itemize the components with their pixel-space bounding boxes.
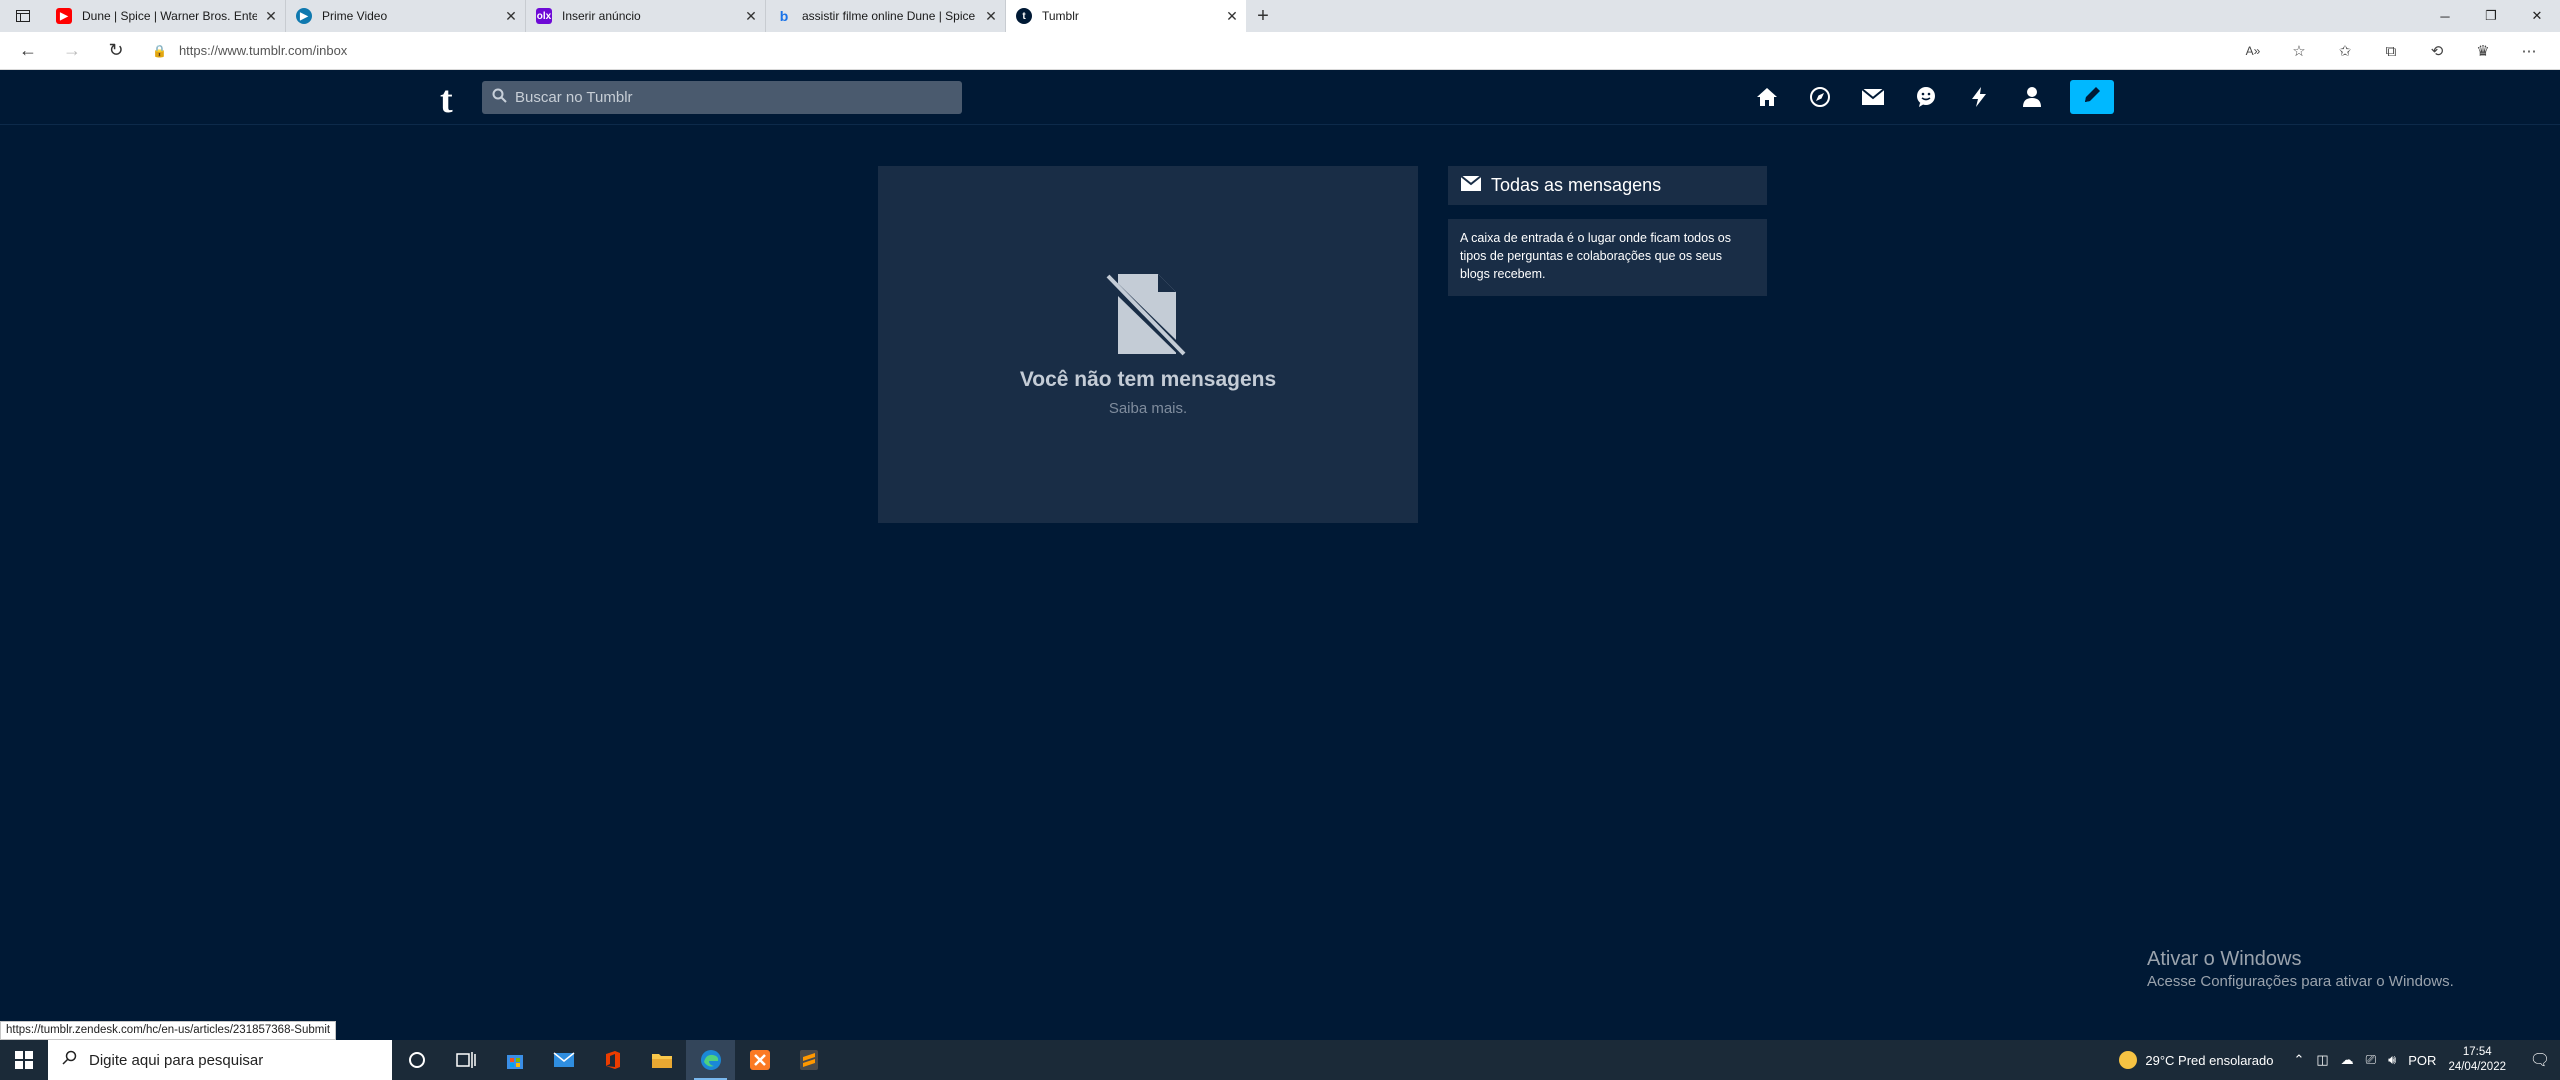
empty-inbox-title: Você não tem mensagens bbox=[1019, 368, 1277, 391]
back-button[interactable]: ← bbox=[6, 32, 50, 70]
tumblr-logo[interactable]: t bbox=[440, 78, 453, 122]
weather-text: 29°C Pred ensolarado bbox=[2145, 1052, 2274, 1068]
windows-taskbar: Digite aqui para pesquisar 29°C Pred ens… bbox=[0, 1040, 2560, 1080]
learn-more-link[interactable]: Saiba mais. bbox=[878, 400, 1418, 417]
all-messages-title: Todas as mensagens bbox=[1491, 175, 1662, 195]
account-icon[interactable] bbox=[2017, 82, 2047, 112]
inbox-icon[interactable] bbox=[1858, 82, 1888, 112]
prime-video-icon: ▶ bbox=[296, 8, 312, 24]
new-tab-button[interactable]: + bbox=[1246, 5, 1280, 28]
bing-icon: b bbox=[779, 8, 789, 24]
store-icon[interactable] bbox=[490, 1040, 539, 1080]
close-tab-icon[interactable]: ✕ bbox=[737, 8, 765, 25]
messaging-icon[interactable] bbox=[1911, 82, 1941, 112]
add-favorite-icon[interactable]: ☆ bbox=[2276, 42, 2322, 60]
read-aloud-icon[interactable]: A» bbox=[2230, 44, 2276, 58]
tab-actions-icon[interactable] bbox=[0, 0, 46, 32]
close-tab-icon[interactable]: ✕ bbox=[1218, 8, 1246, 25]
tab-title: Inserir anúncio bbox=[562, 9, 641, 23]
youtube-icon: ▶ bbox=[56, 8, 72, 24]
taskbar-search[interactable]: Digite aqui para pesquisar bbox=[48, 1040, 392, 1080]
forward-button[interactable]: → bbox=[50, 32, 94, 70]
sun-icon bbox=[2119, 1051, 2138, 1069]
inbox-description: A caixa de entrada é o lugar onde ficam … bbox=[1448, 219, 1767, 296]
tumblr-header: t bbox=[0, 70, 2560, 125]
all-messages-header[interactable]: Todas as mensagens bbox=[1448, 166, 1767, 205]
taskbar-search-placeholder: Digite aqui para pesquisar bbox=[89, 1051, 264, 1069]
more-options-icon[interactable]: ⋯ bbox=[2506, 42, 2552, 60]
search-box[interactable] bbox=[482, 81, 962, 114]
collections-icon[interactable]: ⧉ bbox=[2368, 43, 2414, 60]
tab-title: Dune | Spice | Warner Bros. Ente bbox=[82, 9, 257, 23]
browser-tab[interactable]: b assistir filme online Dune | Spice ✕ bbox=[766, 0, 1006, 32]
windows-logo-icon bbox=[15, 1051, 33, 1069]
activation-watermark-title: Ativar o Windows bbox=[2147, 948, 2302, 970]
explore-icon[interactable] bbox=[1805, 82, 1835, 112]
file-explorer-icon[interactable] bbox=[637, 1040, 686, 1080]
start-button[interactable] bbox=[0, 1040, 48, 1080]
extension-icon[interactable]: ♛ bbox=[2460, 42, 2506, 60]
onedrive-icon[interactable]: ☁ bbox=[2341, 1052, 2354, 1068]
history-icon[interactable]: ⟲ bbox=[2414, 42, 2460, 60]
empty-inbox-card: Você não tem mensagens Saiba mais. bbox=[878, 166, 1418, 523]
search-icon bbox=[62, 1050, 77, 1070]
lock-icon[interactable]: 🔒 bbox=[152, 44, 167, 58]
envelope-icon bbox=[1460, 174, 1482, 197]
chevron-up-icon[interactable]: ⌃ bbox=[2293, 1052, 2304, 1068]
url-text: https://www.tumblr.com/inbox bbox=[178, 43, 348, 58]
browser-tab[interactable]: ▶ Dune | Spice | Warner Bros. Ente ✕ bbox=[46, 0, 286, 32]
tumblr-favicon-icon: t bbox=[1016, 8, 1032, 24]
no-messages-icon bbox=[1102, 272, 1192, 363]
activity-icon[interactable] bbox=[1964, 82, 1994, 112]
pencil-icon bbox=[2082, 85, 2102, 110]
status-link-preview: https://tumblr.zendesk.com/hc/en-us/arti… bbox=[0, 1021, 337, 1040]
language-indicator[interactable]: POR bbox=[2408, 1053, 2436, 1068]
favorites-icon[interactable]: ✩ bbox=[2322, 42, 2368, 60]
compose-button[interactable] bbox=[2070, 80, 2114, 114]
tab-title: Prime Video bbox=[322, 9, 388, 23]
home-icon[interactable] bbox=[1752, 82, 1782, 112]
taskbar-clock[interactable]: 17:54 24/04/2022 bbox=[2448, 1045, 2506, 1075]
restore-icon[interactable]: ❐ bbox=[2468, 0, 2514, 32]
address-bar: ← → ↻ 🔒 https://www.tumblr.com/inbox A» … bbox=[0, 32, 2560, 70]
close-tab-icon[interactable]: ✕ bbox=[257, 8, 285, 25]
olx-icon: olx bbox=[536, 8, 552, 24]
search-icon bbox=[492, 88, 507, 108]
search-input[interactable] bbox=[515, 89, 935, 106]
notification-center-icon[interactable]: 🗨︎ bbox=[2520, 1050, 2560, 1070]
refresh-button[interactable]: ↻ bbox=[94, 32, 138, 70]
edge-browser-icon[interactable] bbox=[686, 1040, 735, 1080]
weather-widget[interactable]: 29°C Pred ensolarado bbox=[2119, 1051, 2273, 1069]
tab-title: Tumblr bbox=[1042, 9, 1079, 23]
volume-icon[interactable]: 🔊︎ bbox=[2388, 1052, 2396, 1068]
url-field[interactable]: 🔒 https://www.tumblr.com/inbox bbox=[152, 43, 347, 58]
mail-icon[interactable] bbox=[539, 1040, 588, 1080]
browser-tab-active[interactable]: t Tumblr ✕ bbox=[1006, 0, 1246, 32]
browser-tab[interactable]: ▶ Prime Video ✕ bbox=[286, 0, 526, 32]
window-close-icon[interactable]: ✕ bbox=[2514, 0, 2560, 32]
xampp-icon[interactable] bbox=[735, 1040, 784, 1080]
sublime-text-icon[interactable] bbox=[784, 1040, 833, 1080]
browser-tab[interactable]: olx Inserir anúncio ✕ bbox=[526, 0, 766, 32]
browser-tab-bar: ▶ Dune | Spice | Warner Bros. Ente ✕ ▶ P… bbox=[0, 0, 2560, 32]
clock-time: 17:54 bbox=[2462, 1046, 2492, 1058]
activation-watermark-subtitle: Acesse Configurações para ativar o Windo… bbox=[2147, 973, 2454, 990]
clock-date: 24/04/2022 bbox=[2448, 1061, 2506, 1073]
meet-now-icon[interactable]: ◫ bbox=[2316, 1052, 2328, 1068]
tab-title: assistir filme online Dune | Spice bbox=[802, 9, 976, 23]
task-view-icon[interactable] bbox=[441, 1040, 490, 1080]
office-icon[interactable] bbox=[588, 1040, 637, 1080]
network-icon[interactable]: ⎚ bbox=[2366, 1052, 2376, 1068]
cortana-icon[interactable] bbox=[392, 1040, 441, 1080]
close-tab-icon[interactable]: ✕ bbox=[497, 8, 525, 25]
minimize-icon[interactable]: ─ bbox=[2422, 0, 2468, 32]
close-tab-icon[interactable]: ✕ bbox=[977, 8, 1005, 25]
